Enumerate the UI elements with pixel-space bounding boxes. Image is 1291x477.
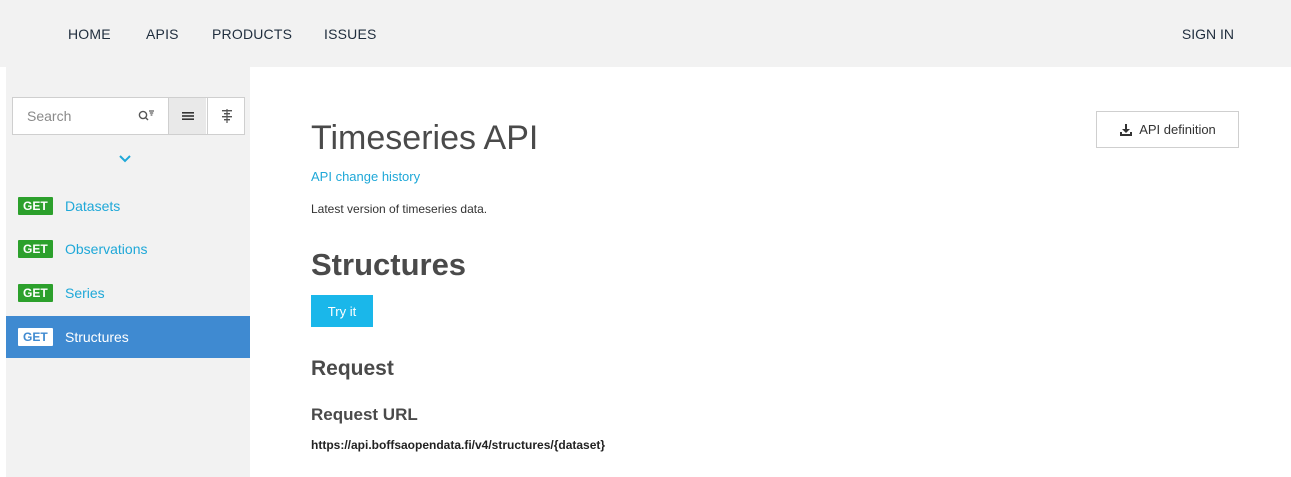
chevron-down-icon[interactable] [118, 151, 132, 163]
request-heading: Request [311, 357, 394, 380]
operation-label: Series [65, 285, 105, 301]
get-method-badge: GET [18, 240, 53, 258]
try-it-button[interactable]: Try it [311, 295, 373, 327]
api-change-history-link[interactable]: API change history [311, 169, 420, 184]
request-url: https://api.boffsaopendata.fi/v4/structu… [311, 438, 606, 452]
request-url-heading: Request URL [311, 405, 418, 424]
nav-products[interactable]: PRODUCTS [212, 26, 292, 42]
search-box [12, 97, 245, 135]
filter-search-icon[interactable] [137, 108, 155, 124]
get-method-badge: GET [18, 197, 53, 215]
get-method-badge: GET [18, 284, 53, 302]
operation-item-structures[interactable]: GET Structures [6, 316, 250, 358]
api-title: Timeseries API [311, 119, 539, 157]
nav-issues[interactable]: ISSUES [324, 26, 377, 42]
operation-label: Structures [65, 329, 129, 345]
operation-label: Observations [65, 241, 148, 257]
tag-view-icon [221, 109, 232, 123]
nav-home[interactable]: HOME [68, 26, 111, 42]
operation-title: Structures [311, 247, 467, 282]
main-content: Timeseries API API definition API change… [250, 67, 1291, 477]
sign-in-link[interactable]: SIGN IN [1182, 26, 1234, 42]
operation-item-series[interactable]: GET Series [6, 272, 250, 314]
api-definition-button[interactable]: API definition [1096, 111, 1239, 148]
get-method-badge: GET [18, 328, 53, 346]
top-navigation: HOME APIS PRODUCTS ISSUES SIGN IN [0, 0, 1291, 67]
list-view-toggle[interactable] [168, 98, 206, 134]
api-description: Latest version of timeseries data. [311, 202, 488, 216]
nav-apis[interactable]: APIS [146, 26, 179, 42]
api-definition-label: API definition [1139, 122, 1216, 137]
operation-item-datasets[interactable]: GET Datasets [6, 185, 250, 227]
operation-item-observations[interactable]: GET Observations [6, 228, 250, 270]
download-icon [1120, 123, 1133, 136]
operations-sidebar: GET Datasets GET Observations GET Series… [6, 67, 250, 477]
operation-label: Datasets [65, 198, 121, 214]
tag-view-toggle[interactable] [207, 98, 245, 134]
list-view-icon [181, 112, 194, 120]
